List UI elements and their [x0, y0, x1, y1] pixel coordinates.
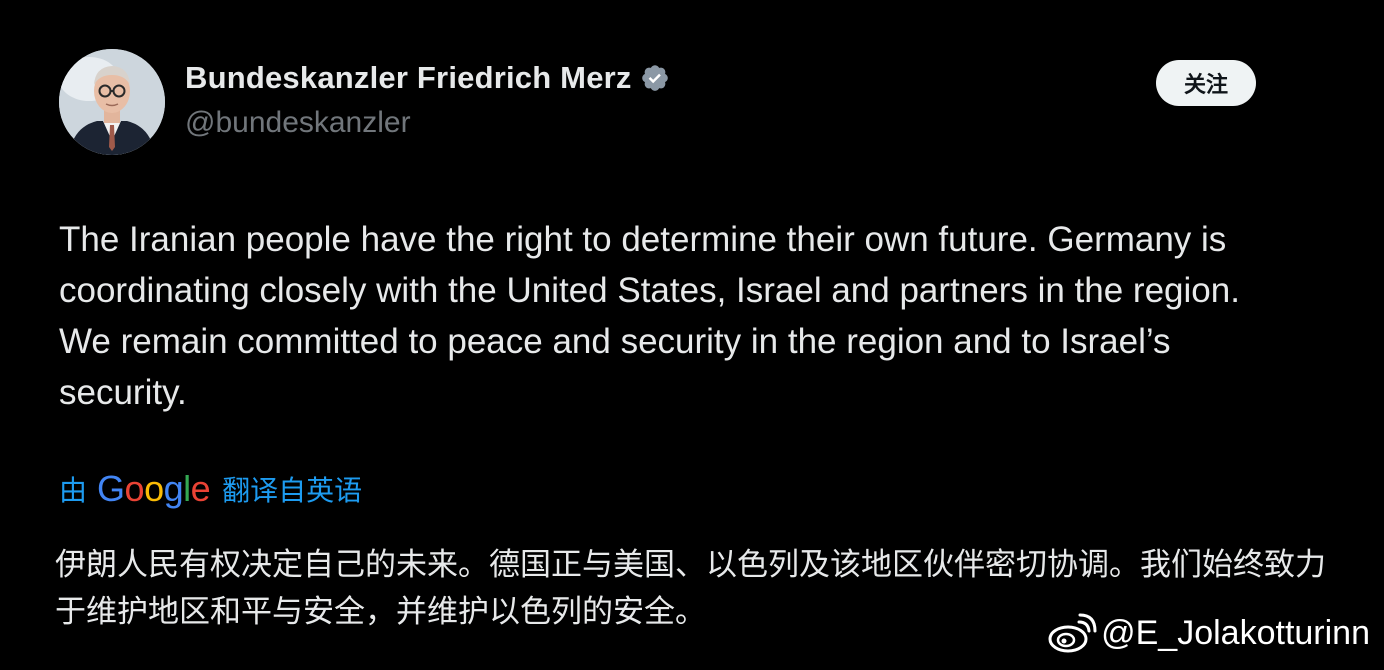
avatar[interactable]	[59, 49, 165, 155]
watermark: @E_Jolakotturinn	[1047, 612, 1370, 654]
verified-badge-icon	[641, 65, 668, 91]
weibo-icon	[1048, 613, 1097, 653]
translation-attribution[interactable]: 由 Google 翻译自英语	[59, 468, 362, 510]
watermark-text: @E_Jolakotturinn	[1101, 613, 1370, 652]
follow-button[interactable]: 关注	[1156, 60, 1256, 106]
google-logo: Google	[97, 468, 211, 509]
tweet-text: The Iranian people have the right to det…	[59, 220, 1240, 412]
translation-suffix: 翻译自英语	[222, 474, 363, 507]
display-name-text: Bundeskanzler Friedrich Merz	[185, 60, 632, 95]
portrait-avatar	[59, 49, 165, 155]
display-name[interactable]: Bundeskanzler Friedrich Merz	[185, 60, 670, 96]
handle[interactable]: @bundeskanzler	[185, 106, 411, 140]
translation-prefix: 由	[59, 474, 88, 507]
